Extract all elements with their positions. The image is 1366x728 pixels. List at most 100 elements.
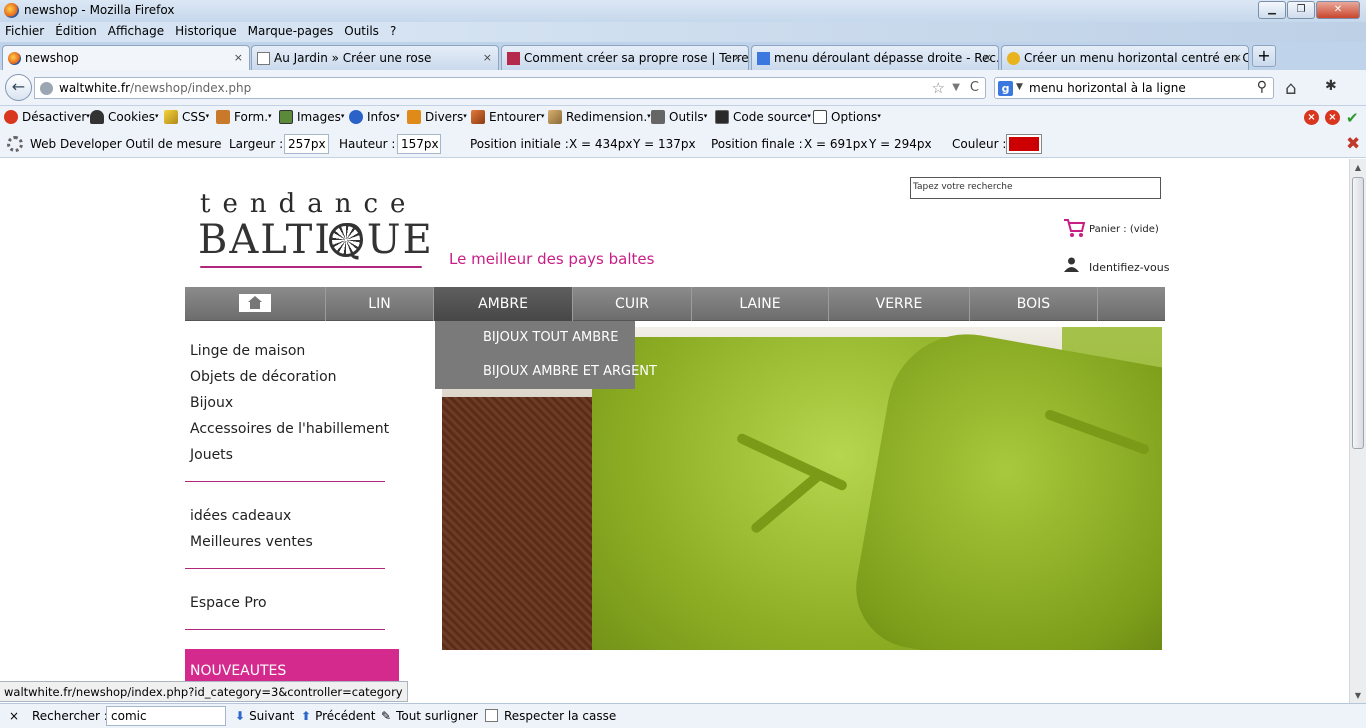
highlight-all-button[interactable]: ✎ Tout surligner xyxy=(381,709,478,723)
findbar-close-icon[interactable]: × xyxy=(9,709,19,723)
height-field[interactable]: 157px xyxy=(397,134,441,154)
scroll-thumb[interactable] xyxy=(1352,177,1364,449)
find-bar: × Rechercher : comic ⬇ Suivant ⬆ Précédent… xyxy=(0,703,1366,728)
tab-close-icon[interactable]: × xyxy=(733,51,742,64)
menu-affichage[interactable]: Affichage xyxy=(103,22,170,42)
cart-icon[interactable] xyxy=(1063,218,1085,238)
new-tab-button[interactable]: + xyxy=(1252,45,1276,67)
left-menu-item[interactable]: Jouets xyxy=(190,447,233,463)
start-position-label: Position initiale : xyxy=(470,137,569,151)
home-button[interactable]: ⌂ xyxy=(1285,78,1296,99)
color-swatch[interactable] xyxy=(1006,134,1042,154)
width-field[interactable]: 257px xyxy=(284,134,329,154)
menu-outils[interactable]: Outils xyxy=(339,22,385,42)
menu-edition[interactable]: Édition xyxy=(50,22,103,42)
firefox-logo-icon xyxy=(4,3,19,18)
back-button[interactable]: ← xyxy=(5,74,32,101)
menu-help[interactable]: ? xyxy=(385,22,402,42)
nav-laine[interactable]: LAINE xyxy=(692,287,829,321)
tab-label: Comment créer sa propre rose | Terre... xyxy=(524,51,749,65)
maximize-button[interactable]: ❐ xyxy=(1287,1,1315,19)
wd-infos[interactable]: Infos▾ xyxy=(349,110,399,124)
wd-css[interactable]: CSS▾ xyxy=(164,110,209,124)
wd-error-icon[interactable]: × xyxy=(1304,110,1319,125)
cookies-icon xyxy=(90,110,104,124)
menu-separator xyxy=(185,629,385,630)
close-measure-icon[interactable]: ✖ xyxy=(1346,134,1360,154)
wd-desactiver[interactable]: Désactiver▾ xyxy=(4,110,90,124)
find-next-button[interactable]: ⬇ Suivant xyxy=(235,709,294,723)
tab-newshop[interactable]: newshop × xyxy=(2,45,250,71)
wd-form[interactable]: Form.▾ xyxy=(216,110,272,124)
site-search-input[interactable]: Tapez votre recherche xyxy=(910,177,1161,199)
arrow-down-icon: ⬇ xyxy=(235,709,246,723)
browser-search-bar[interactable]: g ▼ ⚲ xyxy=(994,77,1274,99)
wd-divers[interactable]: Divers▾ xyxy=(407,110,467,124)
nav-ambre[interactable]: AMBRE xyxy=(434,287,573,321)
left-menu-item[interactable]: Meilleures ventes xyxy=(190,534,313,550)
menu-historique[interactable]: Historique xyxy=(170,22,243,42)
browser-search-input[interactable] xyxy=(1029,80,1239,96)
dropdown-item-bijoux-tout-ambre[interactable]: BIJOUX TOUT AMBRE xyxy=(483,330,618,345)
left-menu-item[interactable]: Linge de maison xyxy=(190,343,305,359)
scroll-up-icon[interactable]: ▲ xyxy=(1350,159,1366,176)
dropdown-item-bijoux-ambre-argent[interactable]: BIJOUX AMBRE ET ARGENT xyxy=(483,364,657,379)
left-menu-item[interactable]: Objets de décoration xyxy=(190,369,337,385)
tab-close-icon[interactable]: × xyxy=(234,51,243,64)
reload-button[interactable]: C xyxy=(970,80,979,95)
find-previous-button[interactable]: ⬆ Précédent xyxy=(301,709,375,723)
menu-fichier[interactable]: Fichier xyxy=(0,22,50,42)
find-input[interactable]: comic xyxy=(106,706,226,726)
wd-images[interactable]: Images▾ xyxy=(279,110,344,124)
logo-text-bottom: BALTIQUE xyxy=(198,217,434,263)
search-icon[interactable]: ⚲ xyxy=(1257,79,1267,95)
wd-valid-icon[interactable]: ✔ xyxy=(1346,109,1359,127)
nav-verre[interactable]: VERRE xyxy=(829,287,970,321)
tab-menu-deroulant[interactable]: menu déroulant dépasse droite - Rec... × xyxy=(751,45,999,70)
match-case-checkbox[interactable]: Respecter la casse xyxy=(485,709,616,723)
left-menu-item[interactable]: Accessoires de l'habillement xyxy=(190,421,389,437)
history-dropdown-icon[interactable]: ▼ xyxy=(952,82,960,93)
vertical-scrollbar[interactable]: ▲ ▼ xyxy=(1349,159,1366,704)
tab-close-icon[interactable]: × xyxy=(483,51,492,64)
wd-code-source[interactable]: Code source▾ xyxy=(715,110,811,124)
logo-text-top: tendance xyxy=(200,189,418,219)
wd-outils[interactable]: Outils▾ xyxy=(651,110,707,124)
menu-marque-pages[interactable]: Marque-pages xyxy=(243,22,340,42)
url-bar[interactable]: waltwhite.fr/newshop/index.php ☆ ▼ C xyxy=(34,77,986,99)
gear-icon xyxy=(7,136,23,152)
google-engine-icon[interactable]: g xyxy=(998,81,1013,96)
menu-separator xyxy=(185,481,385,482)
engine-dropdown-icon[interactable]: ▼ xyxy=(1016,82,1023,92)
tab-menu-horizontal[interactable]: Créer un menu horizontal centré en C... … xyxy=(1001,45,1249,70)
nav-bois[interactable]: BOIS xyxy=(970,287,1098,321)
tab-label: Créer un menu horizontal centré en C... xyxy=(1024,51,1249,65)
nav-cuir[interactable]: CUIR xyxy=(573,287,692,321)
wd-warning-icon[interactable]: × xyxy=(1325,110,1340,125)
source-code-icon xyxy=(715,110,729,124)
wd-entourer[interactable]: Entourer▾ xyxy=(471,110,544,124)
close-window-button[interactable]: ✕ xyxy=(1316,1,1360,19)
scroll-down-icon[interactable]: ▼ xyxy=(1350,687,1366,704)
login-link[interactable]: Identifiez-vous xyxy=(1089,261,1169,274)
left-menu-item[interactable]: idées cadeaux xyxy=(190,508,291,524)
nav-lin[interactable]: LIN xyxy=(326,287,434,321)
minimize-button[interactable]: ▁ xyxy=(1258,1,1286,19)
page-content: tendance BALTIQUE Le meilleur des pays b… xyxy=(0,159,1349,704)
wd-cookies[interactable]: Cookies▾ xyxy=(90,110,159,124)
tab-au-jardin[interactable]: Au Jardin » Créer une rose × xyxy=(251,45,499,70)
bookmark-star-icon[interactable]: ☆ xyxy=(932,79,945,97)
color-label: Couleur : xyxy=(952,137,1007,151)
tab-close-icon[interactable]: × xyxy=(1233,51,1242,64)
terre-favicon-icon xyxy=(507,52,520,65)
left-menu-item[interactable]: Espace Pro xyxy=(190,595,267,611)
tab-close-icon[interactable]: × xyxy=(983,51,992,64)
left-menu-item[interactable]: Bijoux xyxy=(190,395,233,411)
wd-options[interactable]: Options▾ xyxy=(813,110,881,124)
nav-home[interactable] xyxy=(185,287,326,321)
cart-link[interactable]: Panier : (vide) xyxy=(1089,224,1159,235)
misc-icon xyxy=(407,110,421,124)
wd-redimension[interactable]: Redimension.▾ xyxy=(548,110,651,124)
tab-creer-rose[interactable]: Comment créer sa propre rose | Terre... … xyxy=(501,45,749,70)
firebug-icon[interactable]: ✱ xyxy=(1325,78,1337,94)
